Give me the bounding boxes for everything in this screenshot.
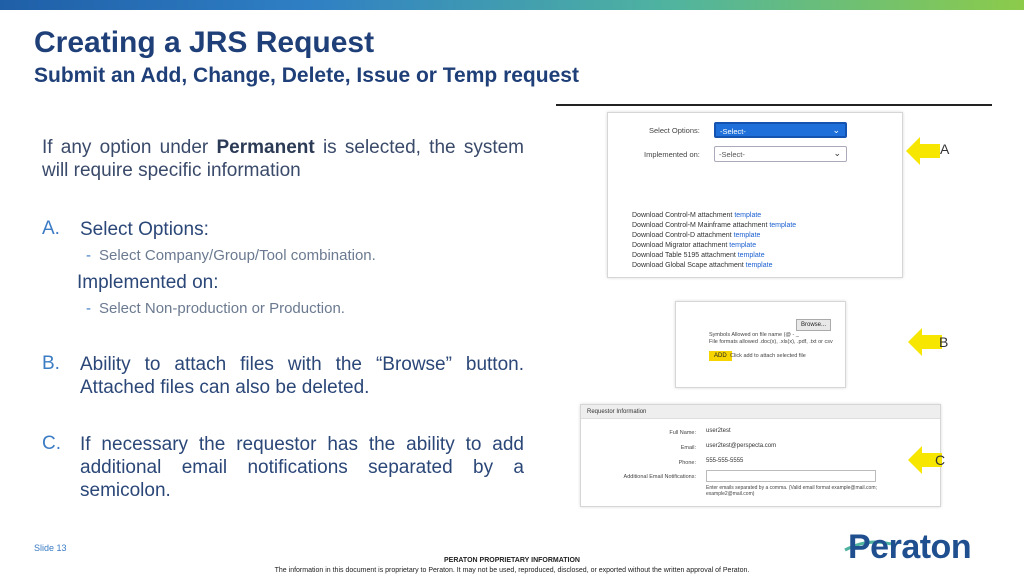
select-options-label: Select Options: <box>649 126 700 135</box>
chevron-down-icon: ⌄ <box>832 125 840 135</box>
requestor-info-header: Requestor Information <box>581 405 940 419</box>
full-name-label: Full Name: <box>669 430 696 436</box>
arrow-c-label: C <box>935 452 946 468</box>
select-options-dropdown[interactable]: -Select- ⌄ <box>714 122 847 138</box>
formats-allowed-text: File formats allowed .doc(x), .xls(x), .… <box>709 339 833 345</box>
arrow-b-label: B <box>939 334 949 350</box>
panel-c-screenshot: Requestor Information Full Name: user2te… <box>580 404 941 507</box>
additional-email-input[interactable] <box>706 470 876 482</box>
slide-number: Slide 13 <box>34 543 67 553</box>
download-row: Download Global Scape attachment templat… <box>632 262 773 269</box>
add-hint-text: Click add to attach selected file <box>730 353 806 359</box>
intro-bold: Permanent <box>216 137 315 158</box>
download-row: Download Migrator attachment template <box>632 242 757 249</box>
download-row: Download Table 5195 attachment template <box>632 252 765 259</box>
chevron-down-icon: ⌄ <box>833 148 841 158</box>
section-b-text: Ability to attach files with the “Browse… <box>80 354 524 398</box>
panel-a-screenshot: Select Options: -Select- ⌄ Implemented on… <box>607 112 903 278</box>
section-c-text: If necessary the requestor has the abili… <box>80 434 524 501</box>
additional-email-label: Additional Email Notifications: <box>623 474 696 480</box>
footer-disclaimer: The information in this document is prop… <box>274 567 750 574</box>
browse-button[interactable]: Browse... <box>796 319 832 331</box>
email-hint-line2: example2@mail.com) <box>706 491 755 497</box>
intro-paragraph: If any option under Permanent is selecte… <box>42 136 524 182</box>
full-name-value: user2test <box>706 428 731 434</box>
add-button[interactable]: ADD <box>709 351 732 361</box>
phone-label: Phone: <box>678 460 696 466</box>
implemented-on-dropdown[interactable]: -Select- ⌄ <box>714 146 847 162</box>
title-divider <box>556 104 992 106</box>
section-a-letter: A. <box>42 218 60 239</box>
phone-value: 555-555-5555 <box>706 458 744 464</box>
top-gradient-bar <box>0 0 1024 10</box>
implemented-on-label: Implemented on: <box>644 150 700 159</box>
arrow-a-label: A <box>940 141 950 157</box>
intro-prefix: If any option under <box>42 137 217 158</box>
arrow-b-icon <box>908 328 942 356</box>
email-label: Email: <box>680 445 696 451</box>
template-link[interactable]: template <box>729 242 756 249</box>
slide-subtitle: Submit an Add, Change, Delete, Issue or … <box>34 64 579 87</box>
panel-b-screenshot: Browse... Symbols Allowed on file name (… <box>675 301 846 388</box>
template-link[interactable]: template <box>734 232 761 239</box>
email-value: user2test@perspecta.com <box>706 443 777 449</box>
slide-title: Creating a JRS Request <box>34 26 375 59</box>
section-a-sub2: - Select Non-production or Production. <box>86 300 345 317</box>
section-c-letter: C. <box>42 433 61 454</box>
template-link[interactable]: template <box>738 252 765 259</box>
peraton-logo: Peraton <box>848 528 972 566</box>
download-row: Download Control-M Mainframe attachment … <box>632 222 797 229</box>
symbols-allowed-text: Symbols Allowed on file name (@ - _ <box>709 332 799 338</box>
section-b-letter: B. <box>42 353 60 374</box>
template-link[interactable]: template <box>746 262 773 269</box>
template-link[interactable]: template <box>734 212 761 219</box>
section-a-sub1: - Select Company/Group/Tool combination. <box>86 247 376 264</box>
section-a-heading2: Implemented on: <box>77 272 219 293</box>
section-a-heading: Select Options: <box>80 219 209 240</box>
download-row: Download Control-D attachment template <box>632 232 761 239</box>
download-row: Download Control-M attachment template <box>632 212 762 219</box>
arrow-a-icon <box>906 137 940 165</box>
template-link[interactable]: template <box>769 222 796 229</box>
